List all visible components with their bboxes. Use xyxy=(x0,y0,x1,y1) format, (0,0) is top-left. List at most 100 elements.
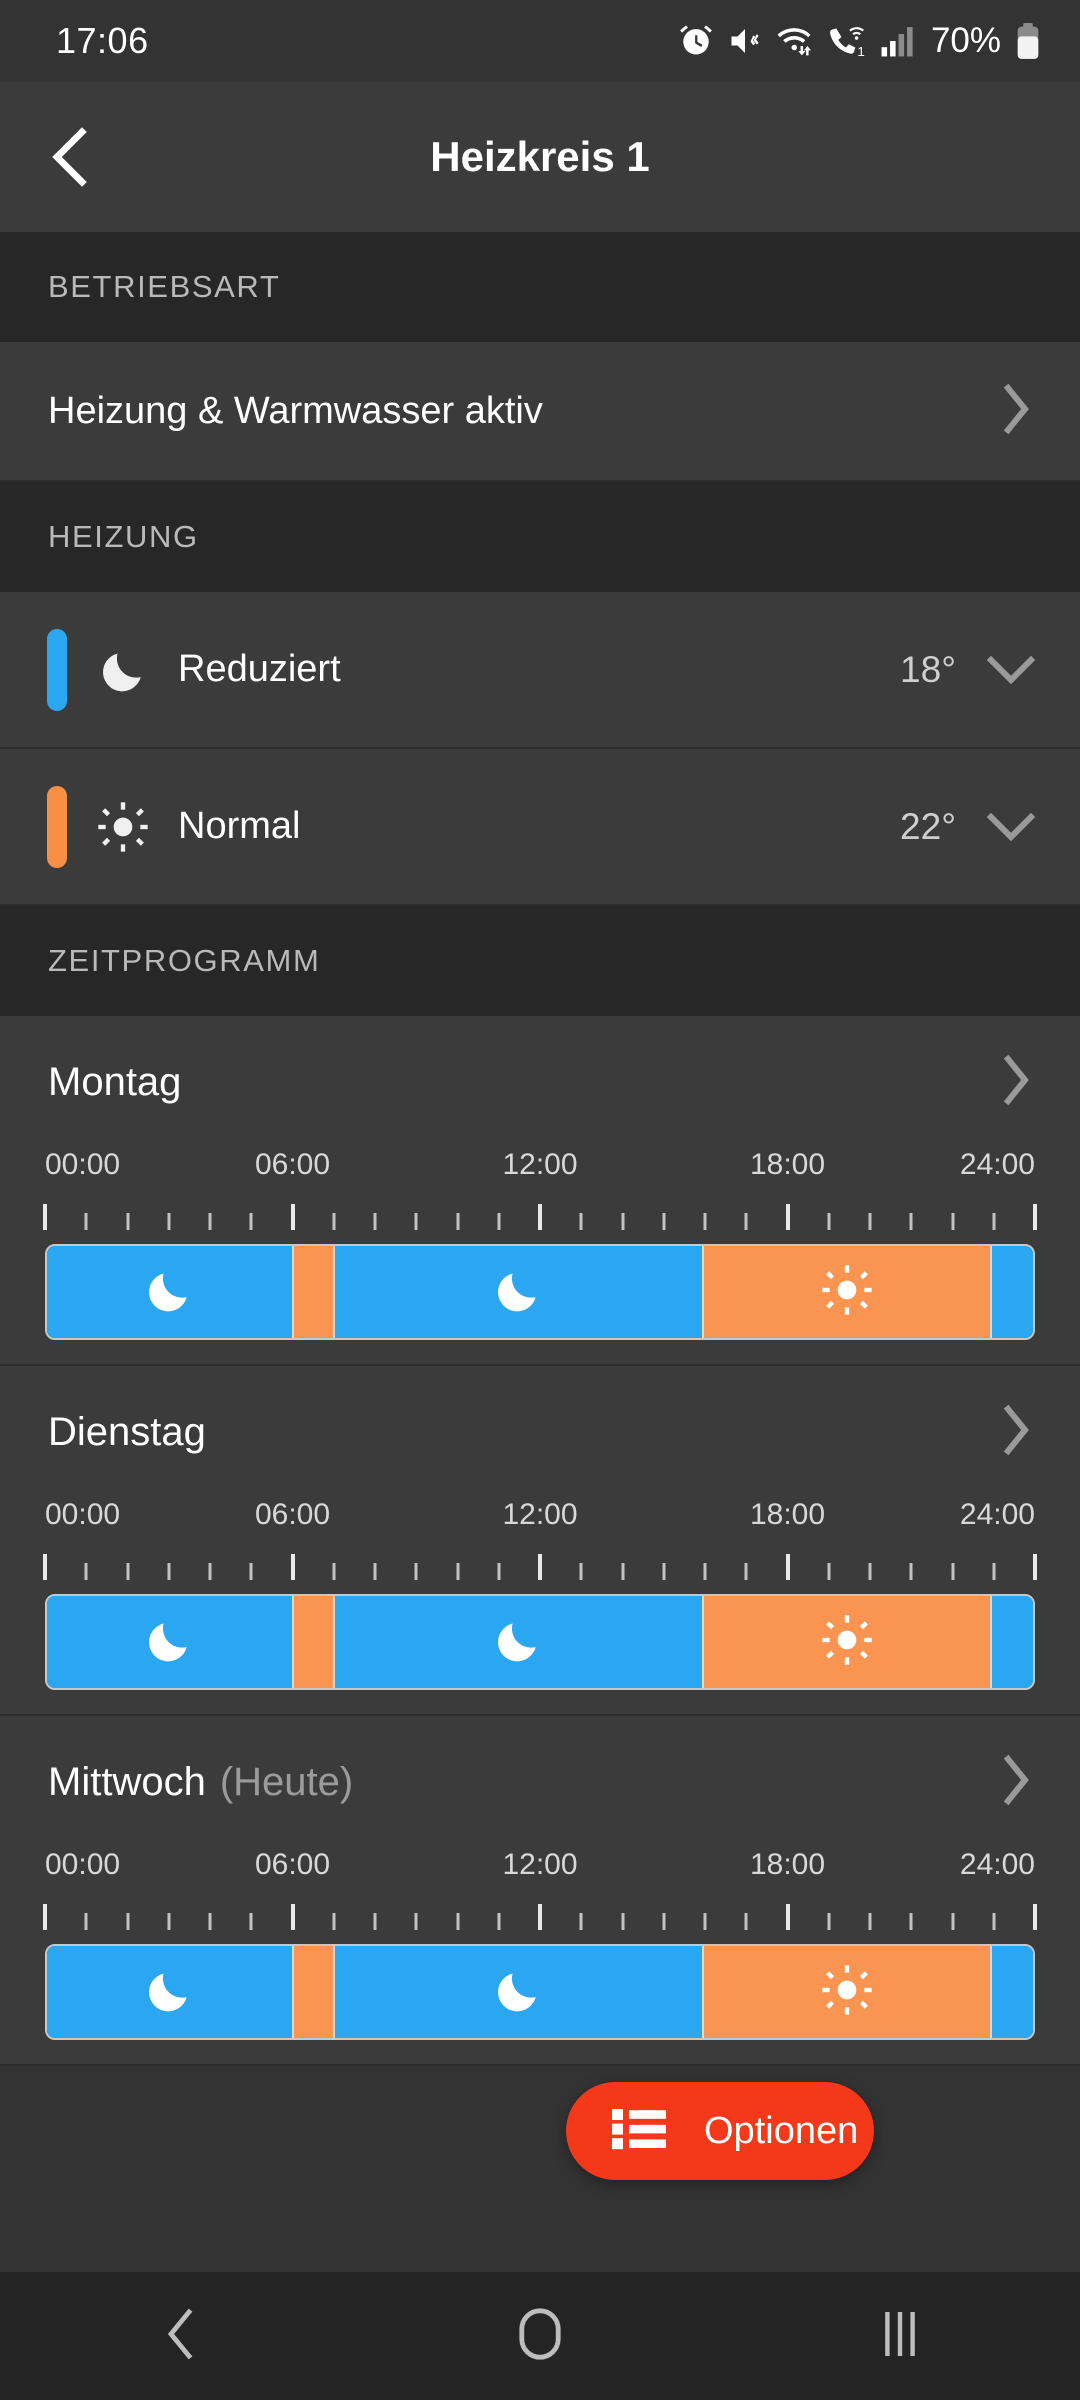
timeline-tick-minor xyxy=(909,1913,913,1930)
timeline-tick-minor xyxy=(249,1213,253,1230)
timeline-bar[interactable] xyxy=(45,1244,1035,1340)
status-bar-clock: 17:06 xyxy=(56,20,149,61)
timeline-tick-minor xyxy=(126,1913,129,1930)
day-name: Montag xyxy=(48,1059,182,1104)
timeline-segment-normal[interactable] xyxy=(704,1946,992,2038)
timeline-segment-reduced[interactable] xyxy=(47,1246,294,1338)
timeline-tick-major xyxy=(785,1554,790,1580)
chevron-left-icon xyxy=(52,127,87,187)
timeline-segment-reduced[interactable] xyxy=(334,1596,705,1688)
timeline-tick-minor xyxy=(662,1913,666,1930)
timeline-axis-label: 24:00 xyxy=(959,1498,1035,1531)
temp-row-normal[interactable]: Normal 22° xyxy=(0,749,1080,906)
timeline-axis-label: 06:00 xyxy=(254,1498,331,1531)
svg-text:1: 1 xyxy=(857,44,864,59)
timeline-axis-label: 18:00 xyxy=(749,1148,826,1181)
day-header-dienstag[interactable]: Dienstag xyxy=(0,1366,1080,1498)
timeline-axis-label: 00:00 xyxy=(45,1498,121,1531)
timeline-tick-minor xyxy=(703,1913,707,1930)
timeline-segment-reduced[interactable] xyxy=(334,1946,705,2038)
temp-row-reduziert[interactable]: Reduziert 18° xyxy=(0,592,1080,749)
options-fab-button[interactable]: Optionen xyxy=(566,2082,874,2180)
timeline-tick-minor xyxy=(167,1913,171,1930)
timeline-tick-minor xyxy=(456,1913,459,1930)
timeline-segment-reduced[interactable] xyxy=(334,1246,705,1338)
timeline-segment-reduced[interactable] xyxy=(991,1946,1033,2038)
chevron-down-icon[interactable] xyxy=(986,655,1036,685)
timeline-segment-reduced[interactable] xyxy=(991,1246,1033,1338)
timeline-tick-minor xyxy=(456,1213,459,1230)
timeline-tick-major xyxy=(43,1204,47,1230)
timeline-segment-normal[interactable] xyxy=(293,1246,335,1338)
page-title: Heizkreis 1 xyxy=(430,133,650,180)
timeline-tick-major xyxy=(1033,1554,1037,1580)
timeline-segment-normal[interactable] xyxy=(704,1246,992,1338)
timeline-segment-normal[interactable] xyxy=(293,1946,335,2038)
timeline-tick-minor xyxy=(497,1563,501,1580)
section-header-heizung: HEIZUNG xyxy=(0,482,1080,592)
timeline-axis-label: 18:00 xyxy=(749,1848,826,1881)
sun-icon xyxy=(86,801,160,853)
timeline-tick-major xyxy=(785,1204,790,1230)
timeline-tick-minor xyxy=(579,1563,583,1580)
timeline-tick-minor xyxy=(249,1563,253,1580)
timeline-segment-reduced[interactable] xyxy=(47,1596,294,1688)
chevron-down-icon[interactable] xyxy=(986,812,1036,842)
day-timeline[interactable]: 00:00 06:00 12:00 18:00 24:00 xyxy=(0,1148,1080,1340)
timeline-tick-minor xyxy=(703,1563,707,1580)
timeline-tick-minor xyxy=(208,1913,212,1930)
day-header-mittwoch[interactable]: Mittwoch (Heute) xyxy=(0,1716,1080,1848)
moon-icon xyxy=(144,1265,194,1320)
section-header-label: HEIZUNG xyxy=(48,519,199,554)
settings-content: BETRIEBSART Heizung & Warmwasser aktiv H… xyxy=(0,232,1080,2272)
timeline-tick-minor xyxy=(621,1913,624,1930)
day-timeline[interactable]: 00:00 06:00 12:00 18:00 24:00 xyxy=(0,1848,1080,2040)
timeline-tick-minor xyxy=(167,1213,171,1230)
timeline-tick-major xyxy=(43,1554,47,1580)
day-header-montag[interactable]: Montag xyxy=(0,1016,1080,1148)
nav-recents-button[interactable] xyxy=(800,2272,1000,2400)
timeline-segment-normal[interactable] xyxy=(293,1596,335,1688)
timeline-tick-major xyxy=(1033,1204,1037,1230)
chevron-right-icon xyxy=(1002,1404,1032,1461)
day-today-badge: (Heute) xyxy=(219,1759,354,1804)
timeline-segment-reduced[interactable] xyxy=(991,1596,1033,1688)
timeline-tick-minor xyxy=(84,1913,88,1930)
chevron-right-icon xyxy=(1002,1754,1032,1811)
timeline-tick-minor xyxy=(126,1563,129,1580)
nav-back-button[interactable] xyxy=(80,2272,280,2400)
accent-bar-normal xyxy=(47,785,67,868)
alarm-icon xyxy=(680,25,712,55)
timeline-tick-major xyxy=(1033,1904,1037,1930)
back-button[interactable] xyxy=(0,82,140,232)
day-timeline[interactable]: 00:00 06:00 12:00 18:00 24:00 xyxy=(0,1498,1080,1690)
timeline-segment-normal[interactable] xyxy=(704,1596,992,1688)
day-name: Dienstag xyxy=(48,1409,206,1454)
row-betriebsart-mode[interactable]: Heizung & Warmwasser aktiv xyxy=(0,342,1080,482)
nav-home-button[interactable] xyxy=(440,2272,640,2400)
timeline-tick-minor xyxy=(662,1563,666,1580)
wifi-icon xyxy=(777,28,812,56)
timeline-tick-major xyxy=(538,1904,542,1930)
timeline-axis-labels: 00:00 06:00 12:00 18:00 24:00 xyxy=(45,1498,1035,1540)
accent-bar-reduced xyxy=(47,628,67,711)
status-bar: 17:06 1 70% xyxy=(0,0,1080,82)
list-icon xyxy=(612,2107,666,2156)
timeline-bar[interactable] xyxy=(45,1944,1035,2040)
timeline-bar[interactable] xyxy=(45,1594,1035,1690)
day-block: Montag 00:00 06:00 12:00 18:00 24:00 xyxy=(0,1016,1080,1366)
options-fab-label: Optionen xyxy=(704,2109,859,2152)
timeline-tick-minor xyxy=(249,1913,253,1930)
timeline-ticks xyxy=(43,1204,1037,1230)
moon-icon xyxy=(493,1265,543,1320)
timeline-tick-minor xyxy=(951,1563,954,1580)
timeline-segment-reduced[interactable] xyxy=(47,1946,294,2038)
timeline-tick-major xyxy=(538,1554,542,1580)
nav-recents-icon xyxy=(883,2311,917,2362)
signal-bars-icon xyxy=(881,27,913,57)
phone-screen: 17:06 1 70% Heizkreis 1 BETRIEBSART Heiz… xyxy=(0,0,1080,2400)
nav-home-icon xyxy=(519,2307,561,2365)
timeline-tick-minor xyxy=(621,1563,624,1580)
timeline-tick-minor xyxy=(992,1913,996,1930)
timeline-tick-minor xyxy=(744,1913,748,1930)
